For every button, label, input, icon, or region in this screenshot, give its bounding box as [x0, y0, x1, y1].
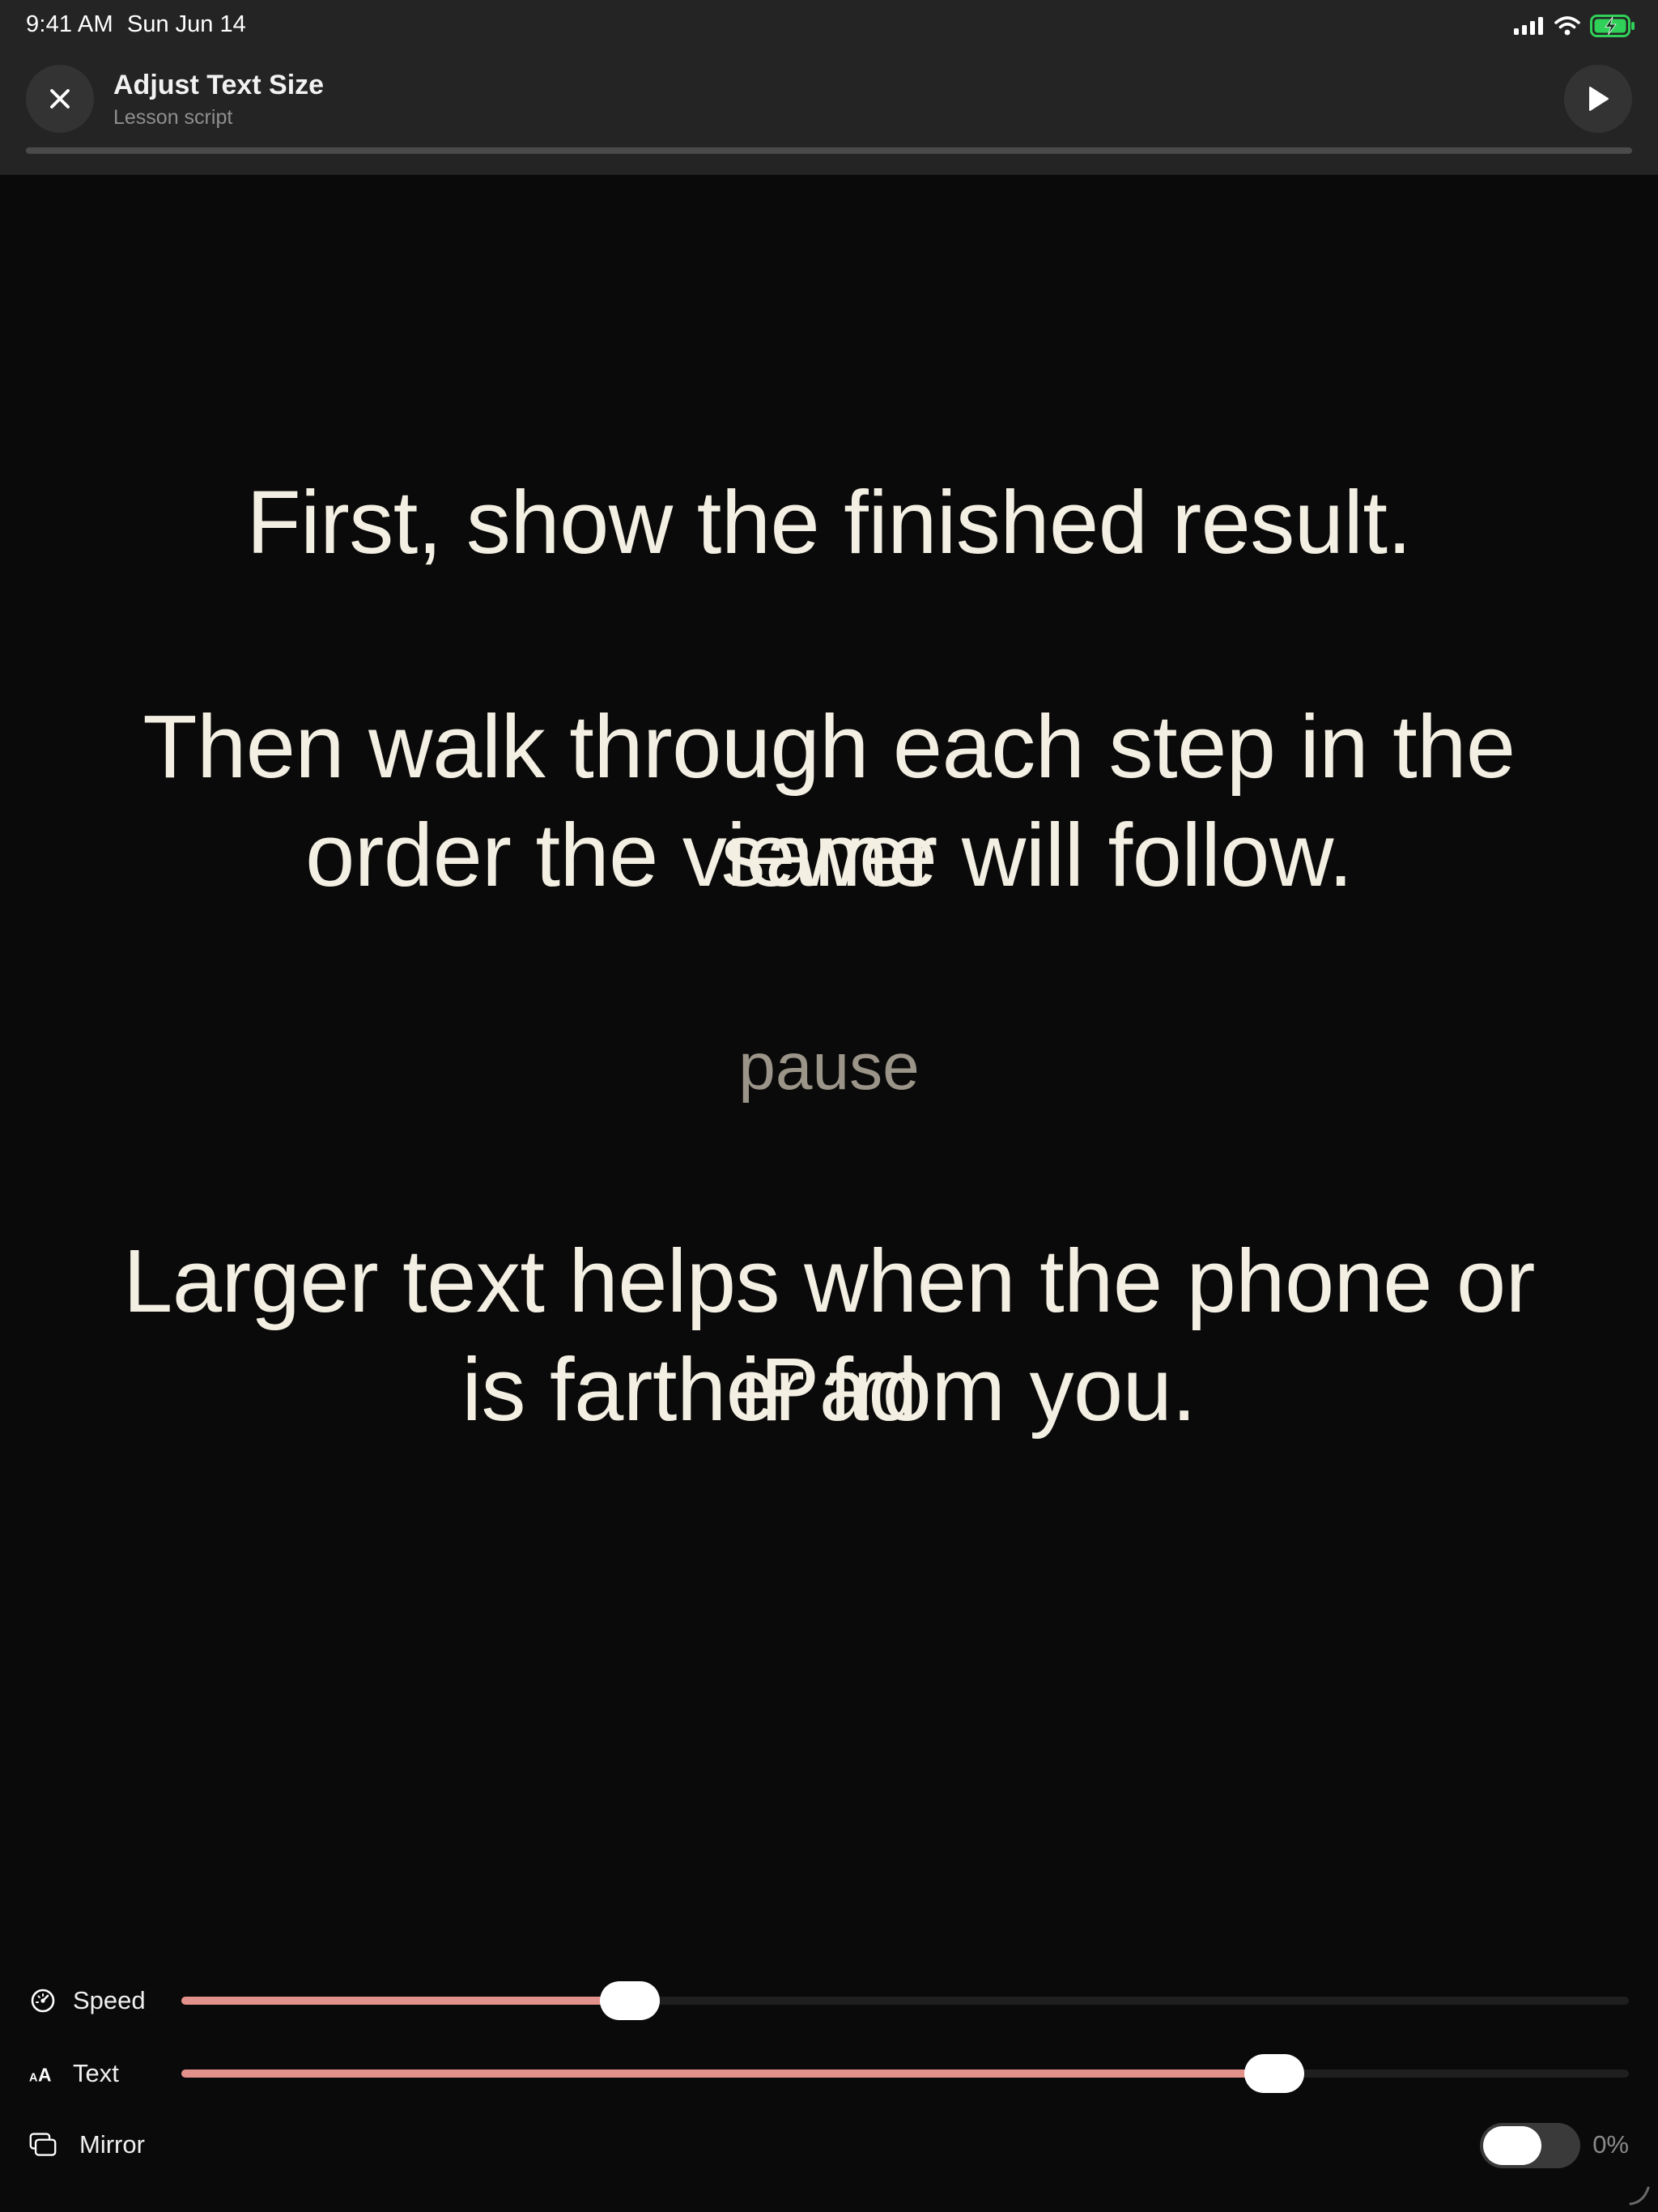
- resize-grip-icon[interactable]: [1627, 2183, 1652, 2207]
- status-icons: [1514, 15, 1635, 37]
- text-size-label: Text: [73, 2059, 119, 2087]
- script-paragraph-3-line-2: is farther from you.: [461, 1340, 1197, 1440]
- mirror-value: 0%: [1592, 2130, 1629, 2159]
- speed-slider-fill: [181, 1997, 631, 2005]
- wifi-icon: [1554, 16, 1580, 36]
- text-size-icon: A A: [29, 2060, 57, 2087]
- text-size-slider-fill: [181, 2069, 1274, 2078]
- text-size-control: A A Text: [0, 2048, 1658, 2097]
- screen-title: Adjust Text Size: [113, 70, 325, 100]
- speedometer-icon: [29, 1987, 57, 2014]
- mirror-toggle[interactable]: [1480, 2123, 1580, 2168]
- status-bar: 9:41 AM Sun Jun 14: [0, 0, 1658, 52]
- script-area[interactable]: First, show the finished result. Then wa…: [0, 175, 1658, 1948]
- play-icon: [1589, 87, 1609, 111]
- script-paragraph-2-line-2: order the viewer will follow.: [305, 806, 1353, 905]
- script-paragraph-1: First, show the finished result.: [246, 473, 1412, 572]
- teleprompter-screen: 9:41 AM Sun Jun 14 Adjust Text Size Less…: [0, 0, 1658, 2212]
- speed-label: Speed: [73, 1986, 146, 2014]
- script-progress-bar: [26, 147, 1632, 154]
- svg-text:A: A: [38, 2064, 52, 2085]
- controls-panel: Speed A A Text Mirror 0%: [0, 1976, 1658, 2212]
- speed-slider-thumb[interactable]: [600, 1981, 661, 2020]
- mirror-label: Mirror: [79, 2130, 145, 2159]
- svg-text:A: A: [29, 2071, 38, 2084]
- close-button[interactable]: [26, 65, 94, 133]
- speed-control: Speed: [0, 1976, 1658, 2024]
- cellular-signal-icon: [1514, 17, 1543, 35]
- screen-subtitle: Lesson script: [113, 106, 233, 129]
- battery-charging-icon: [1590, 15, 1635, 37]
- top-chrome: 9:41 AM Sun Jun 14 Adjust Text Size Less…: [0, 0, 1658, 175]
- mirror-control: Mirror 0%: [0, 2120, 1658, 2168]
- nav-bar: Adjust Text Size Lesson script: [0, 62, 1658, 139]
- status-date: Sun Jun 14: [127, 11, 246, 37]
- speed-slider[interactable]: [181, 1981, 1629, 2020]
- close-icon: [50, 89, 70, 108]
- play-button[interactable]: [1564, 65, 1632, 133]
- mirror-icon: [29, 2131, 57, 2159]
- title-block: Adjust Text Size Lesson script: [113, 68, 324, 131]
- mirror-toggle-knob: [1483, 2126, 1541, 2165]
- text-size-slider[interactable]: [181, 2054, 1629, 2093]
- text-size-slider-thumb[interactable]: [1244, 2054, 1304, 2093]
- status-time: 9:41 AM: [26, 11, 113, 37]
- pause-marker: pause: [738, 1030, 920, 1104]
